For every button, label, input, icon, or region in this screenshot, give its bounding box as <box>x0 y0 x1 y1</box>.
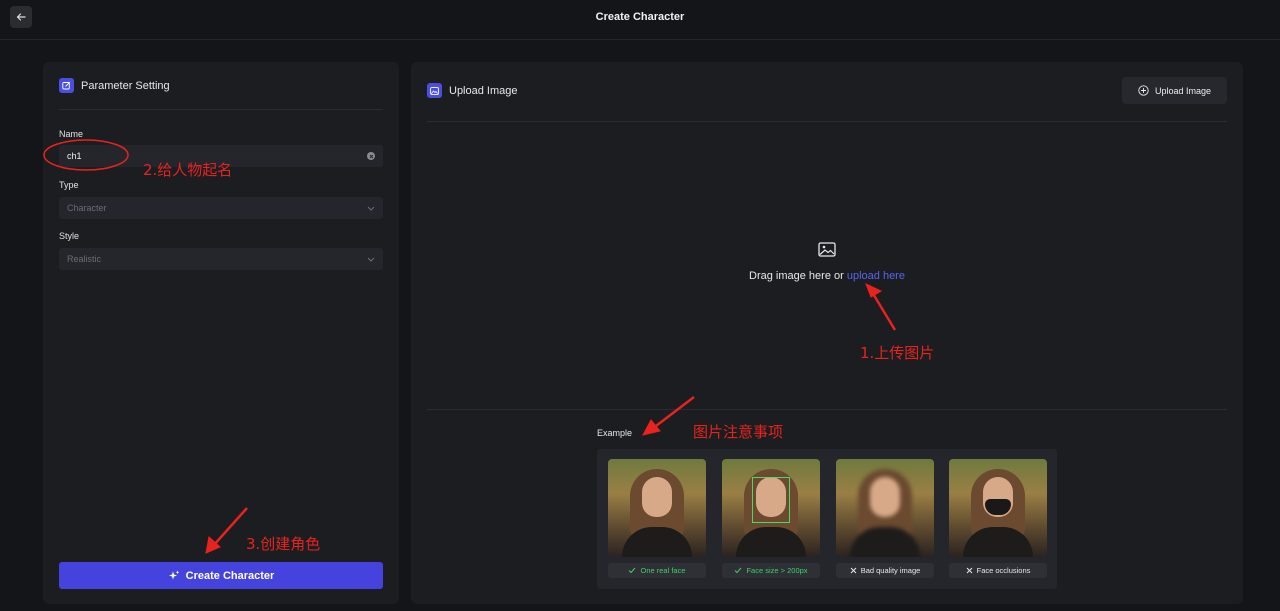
type-label: Type <box>59 180 79 190</box>
drop-text: Drag image here or <box>749 270 844 282</box>
example-label-text: Face occlusions <box>976 566 1031 575</box>
example-image <box>836 459 934 557</box>
example-image <box>608 459 706 557</box>
divider <box>59 109 383 110</box>
upload-image-button[interactable]: Upload Image <box>1122 77 1227 104</box>
upload-image-header: Upload Image <box>427 83 518 98</box>
example-tag: Face occlusions <box>949 563 1047 578</box>
example-card: Bad quality image <box>836 459 934 578</box>
upload-image-button-label: Upload Image <box>1154 85 1212 96</box>
example-card: Face size > 200px <box>722 459 820 578</box>
create-character-button[interactable]: Create Character <box>59 562 383 589</box>
x-icon <box>966 567 972 574</box>
example-image <box>949 459 1047 557</box>
sparkle-icon <box>168 570 179 579</box>
divider <box>427 121 1227 122</box>
type-value: Character <box>67 203 107 213</box>
create-hint-annotation: 3.创建角色 <box>246 535 321 553</box>
edit-icon <box>59 78 74 93</box>
style-select[interactable]: Realistic <box>59 248 383 270</box>
check-icon <box>629 567 636 574</box>
style-label: Style <box>59 231 80 241</box>
chevron-down-icon <box>367 257 375 262</box>
example-image <box>722 459 820 557</box>
top-bar: Create Character <box>0 0 1280 40</box>
upload-image-title: Upload Image <box>449 84 518 97</box>
page-title: Create Character <box>595 11 685 23</box>
parameter-setting-title: Parameter Setting <box>81 79 170 92</box>
example-label-text: One real face <box>640 566 686 575</box>
x-icon <box>850 567 857 574</box>
example-tag: One real face <box>608 563 706 578</box>
example-tag: Face size > 200px <box>722 563 820 578</box>
name-hint-annotation: 2.给人物起名 <box>143 161 233 179</box>
create-character-label: Create Character <box>185 569 275 582</box>
upload-panel: Upload Image Upload Image Drag image her… <box>411 62 1243 604</box>
style-value: Realistic <box>67 254 102 264</box>
divider <box>427 409 1227 410</box>
example-gallery: One real face Face size > 200px Bad qual… <box>597 449 1057 589</box>
example-label: Example <box>597 428 633 438</box>
example-hint-annotation: 图片注意事项 <box>693 423 784 441</box>
name-label: Name <box>59 129 84 139</box>
example-card: One real face <box>608 459 706 578</box>
drop-zone[interactable]: Drag image here or upload here <box>411 242 1243 282</box>
type-select[interactable]: Character <box>59 197 383 219</box>
image-placeholder-icon <box>818 242 836 257</box>
plus-circle-icon <box>1138 85 1149 96</box>
drop-instructions: Drag image here or upload here <box>411 270 1243 282</box>
parameter-setting-header: Parameter Setting <box>59 78 170 93</box>
example-tag: Bad quality image <box>836 563 934 578</box>
parameter-panel: Parameter Setting Name Type Character St… <box>43 62 399 604</box>
chevron-down-icon <box>367 206 375 211</box>
image-icon <box>427 83 442 98</box>
example-label-text: Bad quality image <box>860 566 921 575</box>
example-label-text: Face size > 200px <box>746 566 808 575</box>
upload-hint-annotation: 1.上传图片 <box>860 344 935 362</box>
clear-icon[interactable] <box>367 152 375 160</box>
check-icon <box>735 567 742 574</box>
example-card: Face occlusions <box>949 459 1047 578</box>
upload-here-link[interactable]: upload here <box>847 270 905 282</box>
